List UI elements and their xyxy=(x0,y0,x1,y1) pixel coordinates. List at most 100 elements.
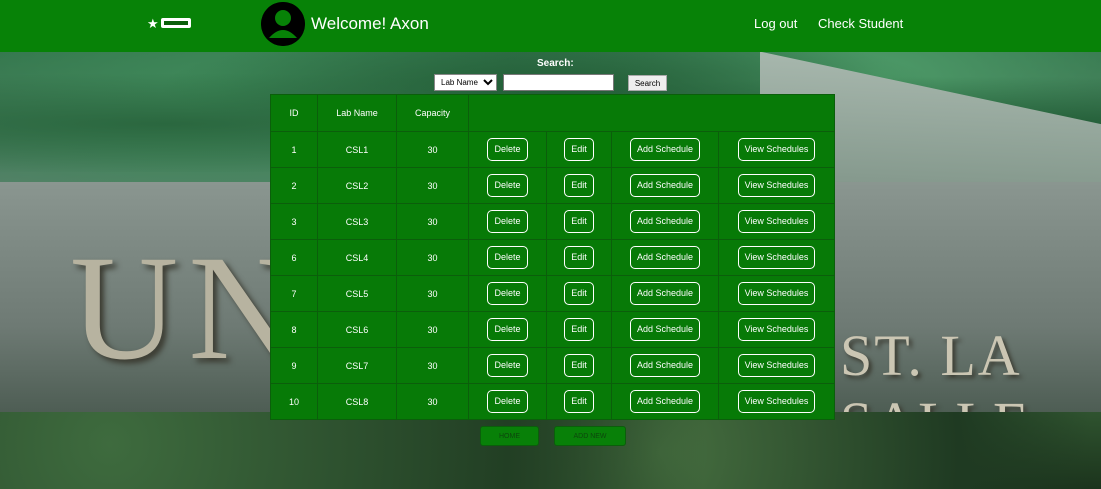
view-schedules-button[interactable]: View Schedules xyxy=(737,318,816,341)
edit-button[interactable]: Edit xyxy=(564,318,594,341)
cell-id: 9 xyxy=(270,347,318,384)
table-row: 8 CSL6 30 Delete Edit Add Schedule View Schedu… xyxy=(270,311,835,348)
cell-capacity: 30 xyxy=(396,347,469,384)
cell-lab-name: CSL7 xyxy=(317,347,397,384)
cell-add-schedule: Add Schedule xyxy=(611,131,719,168)
cell-view-schedules: View Schedules xyxy=(718,383,835,420)
table-row: 7 CSL5 30 Delete Edit Add Schedule View Schedu… xyxy=(270,275,835,312)
cell-edit: Edit xyxy=(546,203,612,240)
cell-lab-name: CSL5 xyxy=(317,275,397,312)
check-student-link[interactable]: Check Student xyxy=(818,16,903,31)
cell-edit: Edit xyxy=(546,311,612,348)
add-schedule-button[interactable]: Add Schedule xyxy=(629,210,701,233)
edit-button[interactable]: Edit xyxy=(564,390,594,413)
table-row: 9 CSL7 30 Delete Edit Add Schedule View Schedu… xyxy=(270,347,835,384)
cell-view-schedules: View Schedules xyxy=(718,311,835,348)
cell-add-schedule: Add Schedule xyxy=(611,383,719,420)
cell-edit: Edit xyxy=(546,347,612,384)
cell-add-schedule: Add Schedule xyxy=(611,347,719,384)
cell-edit: Edit xyxy=(546,167,612,204)
search-filter-select[interactable]: Lab Name xyxy=(434,74,497,91)
cell-lab-name: CSL3 xyxy=(317,203,397,240)
cell-add-schedule: Add Schedule xyxy=(611,239,719,276)
table-row: 2 CSL2 30 Delete Edit Add Schedule View Schedu… xyxy=(270,167,835,204)
logo-banner xyxy=(160,18,191,28)
cell-lab-name: CSL1 xyxy=(317,131,397,168)
add-schedule-button[interactable]: Add Schedule xyxy=(629,354,701,377)
cell-capacity: 30 xyxy=(396,275,469,312)
cell-delete: Delete xyxy=(468,311,547,348)
column-header-lab-name: Lab Name xyxy=(317,94,397,132)
view-schedules-button[interactable]: View Schedules xyxy=(737,354,816,377)
cell-add-schedule: Add Schedule xyxy=(611,275,719,312)
table-row: 6 CSL4 30 Delete Edit Add Schedule View Schedu… xyxy=(270,239,835,276)
delete-button[interactable]: Delete xyxy=(487,390,528,413)
cell-add-schedule: Add Schedule xyxy=(611,311,719,348)
cell-view-schedules: View Schedules xyxy=(718,347,835,384)
cell-lab-name: CSL2 xyxy=(317,167,397,204)
view-schedules-button[interactable]: View Schedules xyxy=(737,174,816,197)
cell-delete: Delete xyxy=(468,275,547,312)
edit-button[interactable]: Edit xyxy=(564,174,594,197)
add-new-button[interactable]: ADD NEW xyxy=(554,426,626,446)
welcome-text: Welcome! Axon xyxy=(311,14,429,33)
star-icon: ★ xyxy=(147,15,159,31)
cell-capacity: 30 xyxy=(396,203,469,240)
edit-button[interactable]: Edit xyxy=(564,210,594,233)
view-schedules-button[interactable]: View Schedules xyxy=(737,246,816,269)
column-header-actions xyxy=(468,94,835,132)
delete-button[interactable]: Delete xyxy=(487,138,528,161)
view-schedules-button[interactable]: View Schedules xyxy=(737,390,816,413)
edit-button[interactable]: Edit xyxy=(564,138,594,161)
cell-delete: Delete xyxy=(468,131,547,168)
delete-button[interactable]: Delete xyxy=(487,246,528,269)
avatar xyxy=(261,2,305,46)
delete-button[interactable]: Delete xyxy=(487,354,528,377)
add-schedule-button[interactable]: Add Schedule xyxy=(629,390,701,413)
table-row: 1 CSL1 30 Delete Edit Add Schedule View Schedu… xyxy=(270,131,835,168)
column-header-id: ID xyxy=(270,94,318,132)
cell-id: 2 xyxy=(270,167,318,204)
top-navbar: ★ Welcome! Axon Log out Check Student xyxy=(0,0,1101,52)
add-schedule-button[interactable]: Add Schedule xyxy=(629,318,701,341)
table-row: 10 CSL8 30 Delete Edit Add Schedule View Sched… xyxy=(270,383,835,420)
cell-delete: Delete xyxy=(468,203,547,240)
cell-capacity: 30 xyxy=(396,239,469,276)
cell-id: 10 xyxy=(270,383,318,420)
cell-id: 6 xyxy=(270,239,318,276)
home-button[interactable]: HOME xyxy=(480,426,539,446)
edit-button[interactable]: Edit xyxy=(564,282,594,305)
delete-button[interactable]: Delete xyxy=(487,282,528,305)
cell-view-schedules: View Schedules xyxy=(718,203,835,240)
cell-view-schedules: View Schedules xyxy=(718,275,835,312)
cell-id: 7 xyxy=(270,275,318,312)
search-button[interactable]: Search xyxy=(628,75,667,91)
view-schedules-button[interactable]: View Schedules xyxy=(737,138,816,161)
table-body: 1 CSL1 30 Delete Edit Add Schedule View Schedu… xyxy=(270,131,835,420)
cell-delete: Delete xyxy=(468,167,547,204)
table-row: 3 CSL3 30 Delete Edit Add Schedule View Schedu… xyxy=(270,203,835,240)
add-schedule-button[interactable]: Add Schedule xyxy=(629,282,701,305)
add-schedule-button[interactable]: Add Schedule xyxy=(629,246,701,269)
cell-capacity: 30 xyxy=(396,383,469,420)
cell-id: 8 xyxy=(270,311,318,348)
cell-lab-name: CSL6 xyxy=(317,311,397,348)
add-schedule-button[interactable]: Add Schedule xyxy=(629,138,701,161)
cell-edit: Edit xyxy=(546,131,612,168)
delete-button[interactable]: Delete xyxy=(487,210,528,233)
add-schedule-button[interactable]: Add Schedule xyxy=(629,174,701,197)
cell-view-schedules: View Schedules xyxy=(718,239,835,276)
view-schedules-button[interactable]: View Schedules xyxy=(737,210,816,233)
delete-button[interactable]: Delete xyxy=(487,174,528,197)
school-logo[interactable]: ★ xyxy=(147,15,191,31)
cell-delete: Delete xyxy=(468,383,547,420)
logout-link[interactable]: Log out xyxy=(754,16,797,31)
cell-lab-name: CSL8 xyxy=(317,383,397,420)
lab-table: ID Lab Name Capacity 1 CSL1 30 Delete Edit Ad… xyxy=(270,94,835,420)
cell-lab-name: CSL4 xyxy=(317,239,397,276)
search-input[interactable] xyxy=(503,74,614,91)
edit-button[interactable]: Edit xyxy=(564,246,594,269)
delete-button[interactable]: Delete xyxy=(487,318,528,341)
edit-button[interactable]: Edit xyxy=(564,354,594,377)
view-schedules-button[interactable]: View Schedules xyxy=(737,282,816,305)
